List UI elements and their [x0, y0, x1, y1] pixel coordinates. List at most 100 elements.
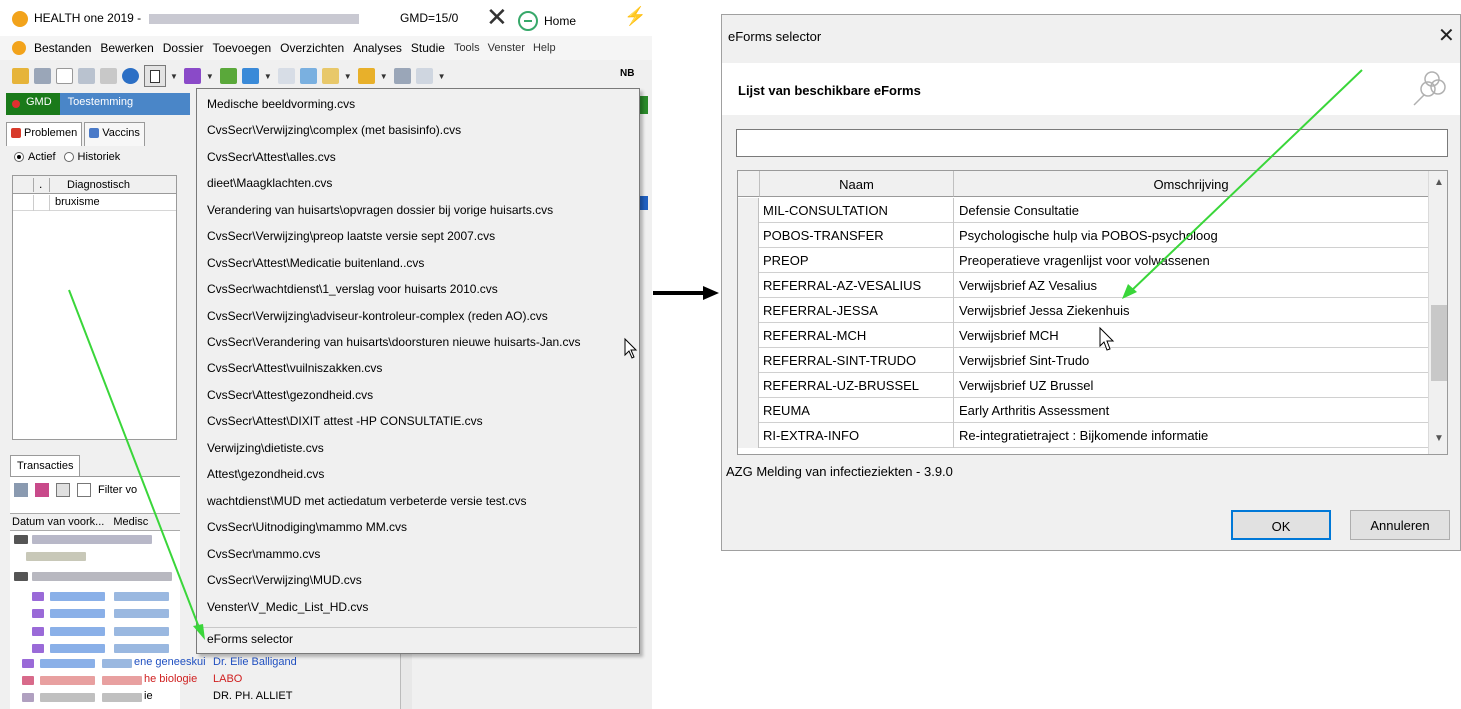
document-list-button[interactable]	[144, 65, 166, 87]
tool-icon[interactable]	[35, 483, 49, 497]
transactions-toolbar: Filter vo	[14, 483, 137, 497]
menu-bewerken[interactable]: Bewerken	[100, 41, 153, 55]
menu-item[interactable]: Venster\V_Medic_List_HD.cvs	[207, 600, 368, 614]
filter-icon[interactable]	[77, 483, 91, 497]
scroll-up-icon[interactable]: ▲	[1434, 177, 1444, 188]
tab-problemen[interactable]: Problemen	[6, 122, 83, 146]
doc-icon[interactable]	[56, 483, 70, 497]
radio-actief[interactable]	[14, 152, 24, 162]
eform-description: Preoperatieve vragenlijst voor volwassen…	[959, 253, 1210, 268]
table-row[interactable]: POBOS-TRANSFER Psychologische hulp via P…	[738, 223, 1428, 248]
col-medisch[interactable]: Medisc	[113, 516, 148, 528]
export-icon[interactable]	[241, 68, 259, 84]
table-row[interactable]: REFERRAL-UZ-BRUSSEL Verwijsbrief UZ Brus…	[738, 373, 1428, 398]
tree-expand-icon[interactable]	[14, 572, 28, 581]
blurred-entry	[114, 592, 169, 601]
table-row[interactable]: REUMA Early Arthritis Assessment	[738, 398, 1428, 423]
toestemming-button[interactable]: Toestemming	[59, 93, 190, 115]
mail-icon[interactable]	[321, 68, 339, 84]
menu-item[interactable]: CvsSecr\Uitnodiging\mammo MM.cvs	[207, 520, 407, 534]
chart-icon[interactable]	[183, 68, 201, 84]
card-reader-icon[interactable]	[393, 68, 411, 84]
scroll-thumb[interactable]	[1431, 305, 1447, 381]
cancel-button[interactable]: Annuleren	[1350, 510, 1450, 540]
grid-header-diagnostisch[interactable]: Diagnostisch	[67, 179, 130, 191]
menu-item[interactable]: CvsSecr\Attest\vuilniszakken.cvs	[207, 361, 382, 375]
dropdown-arrow-icon[interactable]: ▼	[380, 72, 388, 81]
save-icon[interactable]	[78, 68, 95, 84]
new-document-icon[interactable]	[56, 68, 73, 84]
dropdown-arrow-icon[interactable]: ▼	[438, 72, 446, 81]
table-row[interactable]: REFERRAL-JESSA Verwijsbrief Jessa Zieken…	[738, 298, 1428, 323]
lightning-icon[interactable]: ⚡	[624, 6, 646, 27]
help-icon[interactable]	[122, 68, 139, 84]
close-tab-icon[interactable]: ✕	[486, 4, 508, 30]
menu-item-eforms-selector[interactable]: eForms selector	[207, 632, 293, 646]
col-datum[interactable]: Datum van voork...	[12, 516, 104, 528]
menu-item[interactable]: CvsSecr\Attest\alles.cvs	[207, 150, 336, 164]
menu-item[interactable]: CvsSecr\Attest\gezondheid.cvs	[207, 388, 373, 402]
open-folder-icon[interactable]	[12, 68, 29, 84]
image-icon[interactable]	[299, 68, 317, 84]
dialog-title: eForms selector	[728, 29, 822, 44]
menu-help[interactable]: Help	[533, 42, 556, 54]
menu-toevoegen[interactable]: Toevoegen	[212, 41, 271, 55]
search-input[interactable]	[736, 129, 1448, 157]
menu-analyses[interactable]: Analyses	[353, 41, 402, 55]
menu-item[interactable]: Verandering van huisarts\opvragen dossie…	[207, 203, 553, 217]
menu-venster[interactable]: Venster	[488, 42, 525, 54]
menu-item[interactable]: CvsSecr\Verwijzing\MUD.cvs	[207, 573, 362, 587]
table-row[interactable]: REFERRAL-MCH Verwijsbrief MCH	[738, 323, 1428, 348]
eform-description: Early Arthritis Assessment	[959, 403, 1110, 418]
menu-item[interactable]: CvsSecr\Attest\DIXIT attest -HP CONSULTA…	[207, 414, 483, 428]
menu-item[interactable]: CvsSecr\Attest\Medicatie buitenland..cvs	[207, 256, 424, 270]
print-icon[interactable]	[100, 68, 117, 84]
home-button[interactable]: Home	[518, 11, 576, 31]
table-row[interactable]: REFERRAL-AZ-VESALIUS Verwijsbrief AZ Ves…	[738, 273, 1428, 298]
table-row[interactable]: bruxisme	[13, 195, 176, 211]
table-row[interactable]: MIL-CONSULTATION Defensie Consultatie	[738, 198, 1428, 223]
menu-studie[interactable]: Studie	[411, 41, 445, 55]
menu-bestanden[interactable]: Bestanden	[34, 41, 91, 55]
grid-dot-column: .	[39, 177, 43, 191]
menu-tools[interactable]: Tools	[454, 42, 480, 54]
radio-historiek[interactable]	[63, 152, 74, 162]
copy-icon[interactable]	[14, 483, 28, 497]
dialog-header: Lijst van beschikbare eForms	[722, 63, 1460, 115]
dropdown-arrow-icon[interactable]: ▼	[170, 72, 178, 81]
gmd-button[interactable]: GMD	[6, 93, 60, 115]
dropdown-arrow-icon[interactable]: ▼	[264, 72, 272, 81]
list-icon[interactable]	[277, 68, 295, 84]
table-row[interactable]: RI-EXTRA-INFO Re-integratietraject : Bij…	[738, 423, 1428, 448]
close-icon[interactable]: ✕	[1438, 23, 1455, 48]
card-icon[interactable]	[34, 68, 51, 84]
menu-item[interactable]: Verwijzing\dietiste.cvs	[207, 441, 324, 455]
tree-expand-icon[interactable]	[14, 535, 28, 544]
col-naam[interactable]: Naam	[760, 171, 954, 197]
dropdown-arrow-icon[interactable]: ▼	[206, 72, 214, 81]
menu-dossier[interactable]: Dossier	[163, 41, 204, 55]
table-scrollbar[interactable]: ▲ ▼	[1428, 171, 1447, 454]
menu-item[interactable]: CvsSecr\Verwijzing\preop laatste versie …	[207, 229, 495, 243]
menu-item[interactable]: dieet\Maagklachten.cvs	[207, 176, 332, 190]
menu-item[interactable]: CvsSecr\wachtdienst\1_verslag voor huisa…	[207, 282, 498, 296]
dropdown-arrow-icon[interactable]: ▼	[344, 72, 352, 81]
ok-button[interactable]: OK	[1231, 510, 1331, 540]
table-icon[interactable]	[415, 68, 433, 84]
menu-item[interactable]: Attest\gezondheid.cvs	[207, 467, 324, 481]
table-row[interactable]: PREOP Preoperatieve vragenlijst voor vol…	[738, 248, 1428, 273]
menu-item[interactable]: wachtdienst\MUD met actiedatum verbeterd…	[207, 494, 526, 508]
menu-item[interactable]: CvsSecr\Verwijzing\complex (met basisinf…	[207, 123, 461, 137]
tab-transacties[interactable]: Transacties	[10, 455, 81, 476]
refresh-icon[interactable]	[357, 68, 375, 84]
scroll-down-icon[interactable]: ▼	[1434, 433, 1444, 444]
person-folder-icon[interactable]	[219, 68, 237, 84]
col-omschrijving[interactable]: Omschrijving	[954, 171, 1429, 197]
menu-item[interactable]: CvsSecr\Verwijzing\adviseur-kontroleur-c…	[207, 309, 548, 323]
menu-overzichten[interactable]: Overzichten	[280, 41, 344, 55]
menu-item[interactable]: Medische beeldvorming.cvs	[207, 97, 355, 111]
table-row[interactable]: REFERRAL-SINT-TRUDO Verwijsbrief Sint-Tr…	[738, 348, 1428, 373]
menu-item[interactable]: CvsSecr\mammo.cvs	[207, 547, 320, 561]
tab-vaccins[interactable]: Vaccins	[84, 122, 145, 146]
menu-item[interactable]: CvsSecr\Verandering van huisarts\doorstu…	[207, 335, 581, 349]
